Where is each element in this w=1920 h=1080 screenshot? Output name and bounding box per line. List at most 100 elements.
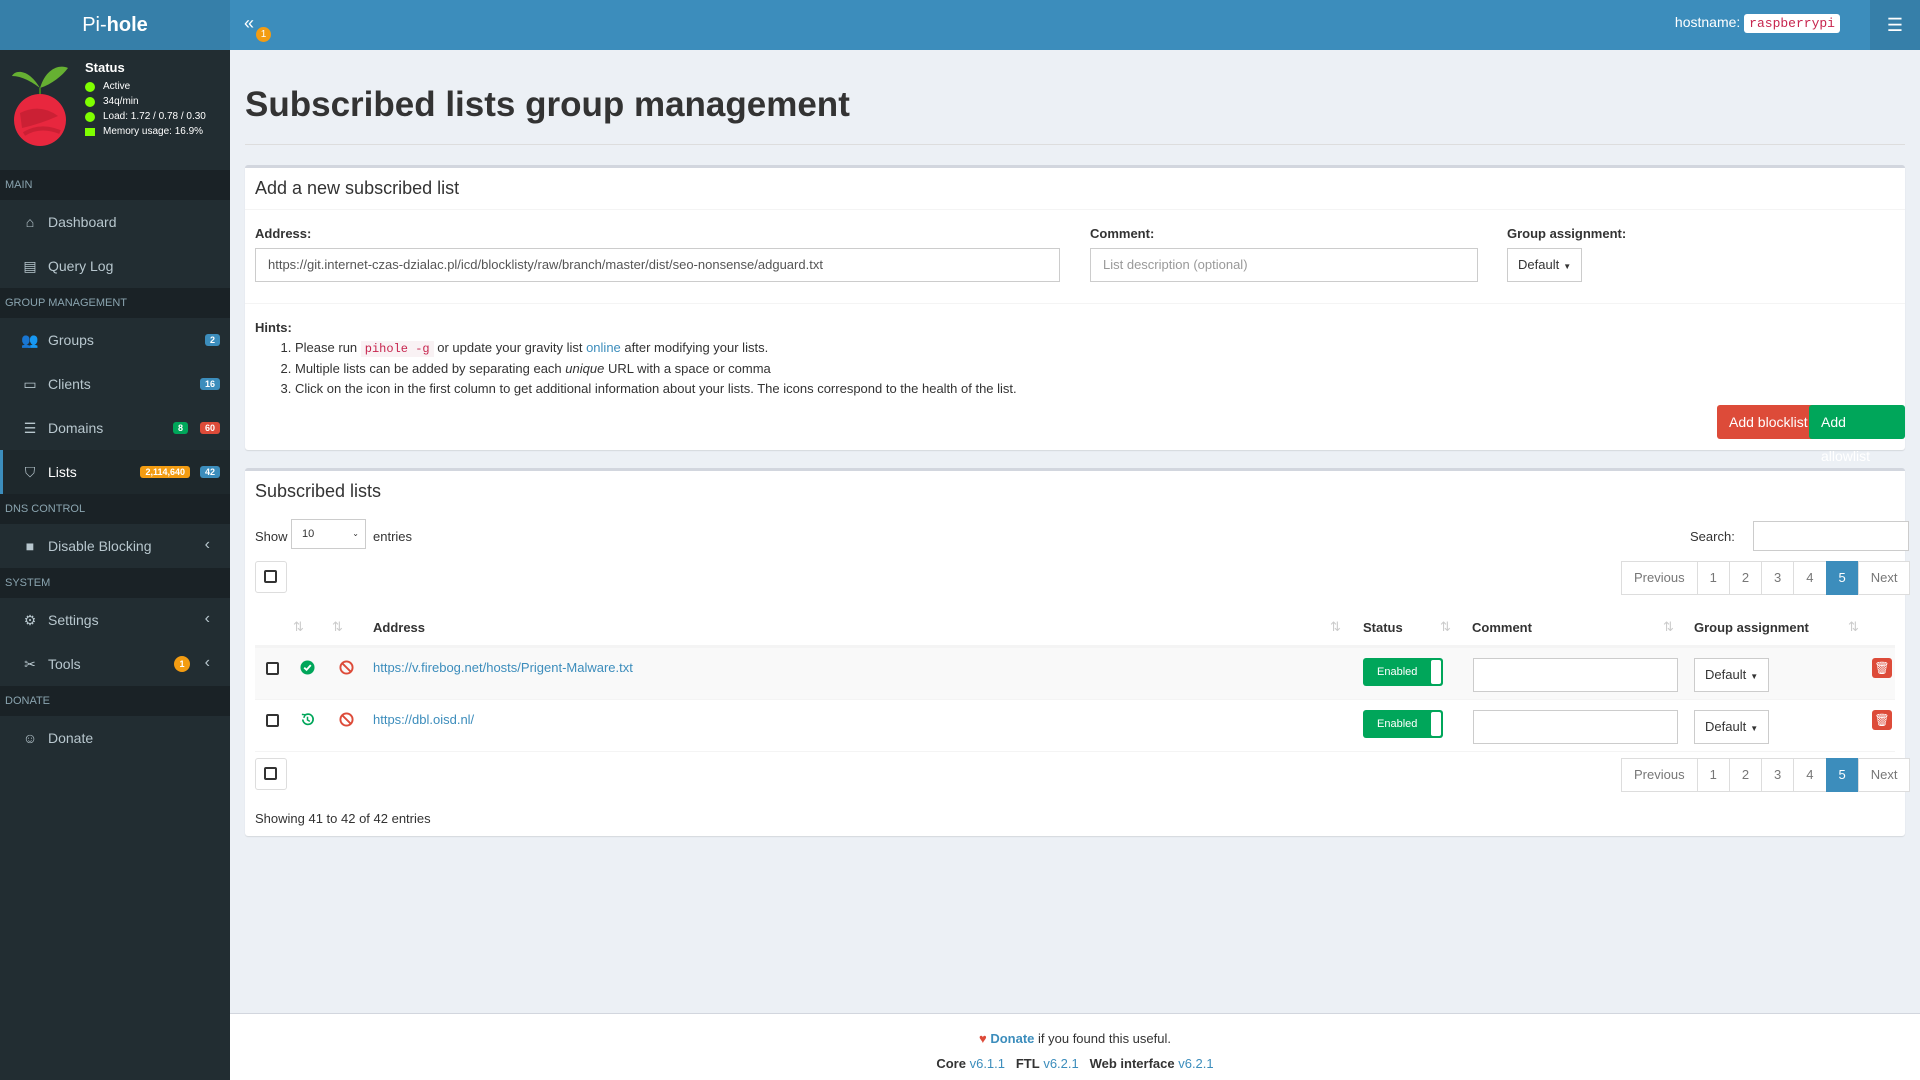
main-content: Subscribed lists group management Add a … bbox=[230, 50, 1920, 1013]
section-main: MAIN bbox=[0, 170, 230, 200]
status-load: Load: 1.72 / 0.78 / 0.30 bbox=[85, 111, 206, 122]
hint-2: Multiple lists can be added by separatin… bbox=[295, 359, 1017, 379]
status-toggle[interactable]: Enabled bbox=[1363, 710, 1443, 738]
trash-icon[interactable]: 🗑 bbox=[1872, 710, 1892, 730]
row-checkbox[interactable] bbox=[266, 662, 279, 675]
column-header-address[interactable]: Address bbox=[373, 609, 425, 647]
heart-icon: ♥ bbox=[978, 1031, 987, 1046]
row-comment-input[interactable] bbox=[1473, 710, 1678, 744]
sidebar-item-domains[interactable]: ☰ Domains 8 60 bbox=[0, 406, 230, 450]
column-header-group[interactable]: Group assignment bbox=[1694, 609, 1809, 647]
pager-next[interactable]: Next bbox=[1857, 561, 1911, 595]
version-line: Core v6.1.1 FTL v6.2.1 Web interface v6.… bbox=[936, 1056, 1214, 1071]
sidebar-item-tools[interactable]: ✂ Tools 1 ‹ bbox=[0, 642, 230, 686]
comment-input[interactable]: List description (optional) bbox=[1090, 248, 1478, 282]
history-icon[interactable] bbox=[300, 712, 315, 727]
home-icon: ⌂ bbox=[25, 214, 35, 230]
pager-previous[interactable]: Previous bbox=[1621, 561, 1698, 595]
sidebar-item-donate[interactable]: ☺ Donate bbox=[0, 716, 230, 760]
sort-icon[interactable]: ⇅ bbox=[1330, 619, 1341, 635]
address-input[interactable]: https://git.internet-czas-dzialac.pl/icd… bbox=[255, 248, 1060, 282]
pager-page-2[interactable]: 2 bbox=[1728, 561, 1763, 595]
memory-icon bbox=[85, 127, 95, 136]
column-header-status[interactable]: Status bbox=[1363, 609, 1403, 647]
sidebar: Status Active 34q/min Load: 1.72 / 0.78 … bbox=[0, 50, 230, 1080]
select-all-button-bottom[interactable] bbox=[255, 758, 287, 790]
sort-icon[interactable]: ⇅ bbox=[1440, 619, 1451, 635]
group-assignment-dropdown[interactable]: Default ▼ bbox=[1507, 248, 1583, 282]
sort-icon[interactable]: ⇅ bbox=[293, 619, 304, 635]
ban-icon bbox=[339, 660, 354, 675]
pager-page-4[interactable]: 4 bbox=[1793, 561, 1827, 595]
pager-page-3[interactable]: 3 bbox=[1761, 758, 1795, 792]
sort-icon[interactable]: ⇅ bbox=[1663, 619, 1674, 635]
donate-icon: ☺ bbox=[22, 730, 38, 746]
status-rate: 34q/min bbox=[85, 96, 206, 107]
sidebar-item-groups[interactable]: 👥 Groups 2 bbox=[0, 318, 230, 362]
ftl-version-link[interactable]: v6.2.1 bbox=[1043, 1056, 1078, 1071]
pihole-command: pihole -g bbox=[360, 341, 434, 357]
hint-1: Please run pihole -g or update your grav… bbox=[295, 338, 1017, 359]
sidebar-toggle-button[interactable]: « 1 bbox=[244, 13, 271, 42]
sort-icon[interactable]: ⇅ bbox=[1848, 619, 1859, 635]
sidebar-item-query-log[interactable]: ▤ Query Log bbox=[0, 244, 230, 288]
pager-page-1[interactable]: 1 bbox=[1696, 561, 1730, 595]
add-allowlist-button[interactable]: Add allowlist bbox=[1809, 405, 1905, 464]
show-label: Show bbox=[255, 529, 288, 544]
pager-page-5[interactable]: 5 bbox=[1825, 758, 1859, 792]
hamburger-icon: ☰ bbox=[1886, 14, 1904, 35]
domains-deny-badge: 60 bbox=[199, 422, 220, 434]
footer-donate-link[interactable]: Donate bbox=[990, 1031, 1034, 1046]
gears-icon: ⚙ bbox=[23, 611, 37, 628]
add-blocklist-button[interactable]: Add blocklist bbox=[1717, 405, 1820, 439]
sort-icon[interactable]: ⇅ bbox=[332, 619, 343, 635]
checkbox-icon bbox=[264, 767, 277, 780]
gravity-online-link[interactable]: online bbox=[586, 340, 621, 355]
table-row: https://v.firebog.net/hosts/Prigent-Malw… bbox=[255, 647, 1895, 699]
tools-notification-badge: 1 bbox=[174, 656, 190, 672]
divider bbox=[245, 303, 1905, 304]
pager-page-4[interactable]: 4 bbox=[1793, 758, 1827, 792]
load-icon bbox=[85, 111, 95, 122]
sidebar-item-settings[interactable]: ⚙ Settings ‹ bbox=[0, 598, 230, 642]
search-label: Search: bbox=[1690, 529, 1735, 544]
row-checkbox[interactable] bbox=[266, 714, 279, 727]
pager-page-1[interactable]: 1 bbox=[1696, 758, 1730, 792]
list-address-link[interactable]: https://v.firebog.net/hosts/Prigent-Malw… bbox=[373, 660, 633, 675]
pager-page-2[interactable]: 2 bbox=[1728, 758, 1763, 792]
chevron-down-icon: ⌄ bbox=[352, 529, 359, 538]
pager-page-5[interactable]: 5 bbox=[1825, 561, 1859, 595]
row-group-dropdown[interactable]: Default ▼ bbox=[1694, 658, 1770, 692]
chevron-left-icon: ‹ bbox=[204, 536, 210, 553]
page-length-select[interactable]: 10 ⌄ bbox=[291, 519, 366, 549]
row-group-dropdown[interactable]: Default ▼ bbox=[1694, 710, 1770, 744]
pager-page-3[interactable]: 3 bbox=[1761, 561, 1795, 595]
check-circle-icon[interactable] bbox=[300, 660, 315, 675]
sidebar-item-clients[interactable]: ▭ Clients 16 bbox=[0, 362, 230, 406]
list-icon: ☰ bbox=[23, 419, 37, 436]
column-header-comment[interactable]: Comment bbox=[1472, 609, 1532, 647]
notification-badge: 1 bbox=[256, 27, 271, 42]
core-version-link[interactable]: v6.1.1 bbox=[970, 1056, 1005, 1071]
pager-previous[interactable]: Previous bbox=[1621, 758, 1698, 792]
file-icon: ▤ bbox=[23, 257, 37, 274]
hints-block: Hints: Please run pihole -g or update yo… bbox=[255, 318, 1017, 399]
list-address-link[interactable]: https://dbl.oisd.nl/ bbox=[373, 712, 474, 727]
search-input[interactable] bbox=[1753, 521, 1909, 551]
stop-icon: ■ bbox=[25, 538, 35, 554]
row-comment-input[interactable] bbox=[1473, 658, 1678, 692]
hint-3: Click on the icon in the first column to… bbox=[295, 379, 1017, 399]
status-toggle[interactable]: Enabled bbox=[1363, 658, 1443, 686]
query-rate-icon bbox=[85, 96, 95, 107]
sidebar-item-dashboard[interactable]: ⌂ Dashboard bbox=[0, 200, 230, 244]
title-divider bbox=[245, 144, 1905, 145]
sidebar-item-lists[interactable]: ⛉ Lists 2,114,640 42 bbox=[0, 450, 230, 494]
pihole-logo-text[interactable]: Pi-hole bbox=[0, 0, 230, 50]
pager-next[interactable]: Next bbox=[1857, 758, 1911, 792]
trash-icon[interactable]: 🗑 bbox=[1872, 658, 1892, 678]
web-version-link[interactable]: v6.2.1 bbox=[1178, 1056, 1213, 1071]
select-all-button-top[interactable] bbox=[255, 561, 287, 593]
hamburger-menu-button[interactable]: ☰ bbox=[1870, 0, 1920, 50]
sidebar-item-disable-blocking[interactable]: ■ Disable Blocking ‹ bbox=[0, 524, 230, 568]
lists-domains-badge: 2,114,640 bbox=[140, 466, 190, 478]
